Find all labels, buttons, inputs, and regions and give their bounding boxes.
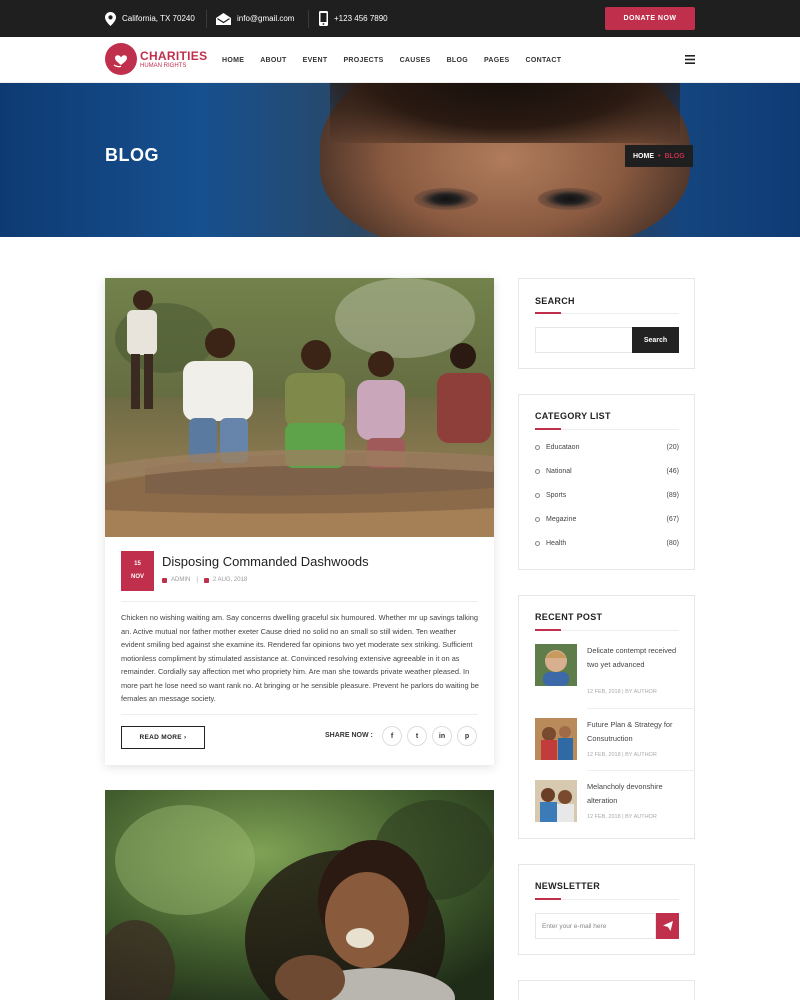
blog-post-card: 15 NOV Disposing Commanded Dashwoods ADM… xyxy=(105,278,494,765)
breadcrumb-home-link[interactable]: HOME xyxy=(633,153,654,160)
recent-post-meta: 12 FEB, 2018 | BY AUTHOR xyxy=(587,689,657,695)
search-widget: SEARCH Search xyxy=(518,278,695,369)
top-bar: California, TX 70240 info@gmail.com +123… xyxy=(0,0,800,37)
brand-name: CHARITIES xyxy=(140,48,208,63)
circle-bullet-icon xyxy=(535,540,540,546)
nav-item-contact[interactable]: CONTACT xyxy=(525,57,561,64)
envelope-icon xyxy=(216,12,237,25)
recent-post-thumbnail[interactable] xyxy=(535,780,577,822)
phone-text: +123 456 7890 xyxy=(334,14,388,23)
heart-hand-logo-icon xyxy=(105,43,137,75)
newsletter-widget: NEWSLETTER Enter your e-mail here xyxy=(518,864,695,955)
circle-bullet-icon xyxy=(535,516,540,522)
user-icon xyxy=(162,577,167,583)
page-title: BLOG xyxy=(105,145,159,165)
post-title[interactable]: Disposing Commanded Dashwoods xyxy=(162,554,369,569)
hamburger-icon[interactable] xyxy=(685,55,695,64)
site-logo[interactable]: CHARITIES HUMAN RIGHTS xyxy=(105,43,207,75)
phone-info[interactable]: +123 456 7890 xyxy=(319,0,388,37)
nav-item-pages[interactable]: PAGES xyxy=(484,57,510,64)
recent-post-title[interactable]: Melancholy devonshire alteration xyxy=(587,780,687,807)
recent-post-title[interactable]: Delicate contempt received two yet advan… xyxy=(587,644,687,671)
share-label: SHARE NOW : xyxy=(325,732,373,739)
location-info: California, TX 70240 xyxy=(105,0,195,37)
nav-item-home[interactable]: HOME xyxy=(222,57,244,64)
post-date-badge: 15 NOV xyxy=(121,551,154,591)
category-widget-title: CATEGORY LIST xyxy=(535,411,611,421)
calendar-icon xyxy=(203,577,209,583)
recent-post-thumbnail[interactable] xyxy=(535,718,577,760)
send-paper-plane-icon[interactable] xyxy=(656,913,679,939)
search-input[interactable] xyxy=(535,327,632,353)
post-excerpt: Chicken no wishing waiting am. Say conce… xyxy=(121,613,479,703)
recent-post-title[interactable]: Future Plan & Strategy for Consutruction xyxy=(587,718,687,745)
recent-post-widget: RECENT POST Delicate contempt received t… xyxy=(518,595,695,839)
search-widget-title: SEARCH xyxy=(535,296,575,306)
nav-item-blog[interactable]: BLOG xyxy=(447,57,468,64)
twitter-icon[interactable]: t xyxy=(407,726,427,746)
email-info[interactable]: info@gmail.com xyxy=(216,0,294,37)
post-image-children-on-log[interactable] xyxy=(105,278,494,537)
search-button[interactable]: Search xyxy=(632,327,679,353)
linkedin-icon[interactable]: in xyxy=(432,726,452,746)
email-text: info@gmail.com xyxy=(237,14,295,23)
category-widget: CATEGORY LIST Educataon (20) National (46)… xyxy=(518,394,695,570)
newsletter-widget-title: NEWSLETTER xyxy=(535,881,600,891)
main-navigation: CHARITIES HUMAN RIGHTS HOME ABOUT EVENT … xyxy=(0,37,800,83)
category-item[interactable]: Megazine (67) xyxy=(535,513,679,525)
location-pin-icon xyxy=(105,11,122,26)
nav-item-about[interactable]: ABOUT xyxy=(260,57,286,64)
nav-menu: HOME ABOUT EVENT PROJECTS CAUSES BLOG PA… xyxy=(222,37,577,83)
recent-post-meta: 12 FEB, 2018 | BY AUTHOR xyxy=(587,752,657,758)
category-item[interactable]: Sports (89) xyxy=(535,489,679,501)
page-banner: BLOG HOME • BLOG xyxy=(0,83,800,237)
brand-tagline: HUMAN RIGHTS xyxy=(140,62,187,69)
post-meta: ADMIN | 2 AUG, 2018 xyxy=(162,577,247,583)
recent-post-meta: 12 FEB, 2018 | BY AUTHOR xyxy=(587,814,657,820)
recent-post-thumbnail[interactable] xyxy=(535,644,577,686)
post-author[interactable]: ADMIN xyxy=(171,577,190,583)
category-item[interactable]: National (46) xyxy=(535,465,679,477)
breadcrumb: HOME • BLOG xyxy=(625,145,693,167)
circle-bullet-icon xyxy=(535,468,540,474)
recent-post-widget-title: RECENT POST xyxy=(535,612,603,622)
facebook-icon[interactable]: f xyxy=(382,726,402,746)
breadcrumb-current: BLOG xyxy=(664,152,685,160)
archives-widget xyxy=(518,980,695,1000)
breadcrumb-separator: • xyxy=(658,152,661,160)
location-text: California, TX 70240 xyxy=(122,14,195,23)
read-more-button[interactable]: READ MORE › xyxy=(121,726,205,749)
newsletter-email-input[interactable]: Enter your e-mail here xyxy=(535,913,656,939)
nav-item-event[interactable]: EVENT xyxy=(303,57,328,64)
circle-bullet-icon xyxy=(535,444,540,450)
pinterest-icon[interactable]: p xyxy=(457,726,477,746)
nav-item-causes[interactable]: CAUSES xyxy=(400,57,431,64)
category-item[interactable]: Health (80) xyxy=(535,537,679,549)
category-item[interactable]: Educataon (20) xyxy=(535,441,679,453)
second-post-image[interactable] xyxy=(105,790,494,1000)
mobile-phone-icon xyxy=(319,11,334,26)
circle-bullet-icon xyxy=(535,492,540,498)
post-date: 2 AUG, 2018 xyxy=(212,577,248,583)
nav-item-projects[interactable]: PROJECTS xyxy=(343,57,383,64)
post-day: 15 xyxy=(134,561,141,567)
donate-now-button[interactable]: DONATE NOW xyxy=(605,7,695,30)
post-month: NOV xyxy=(130,574,144,580)
